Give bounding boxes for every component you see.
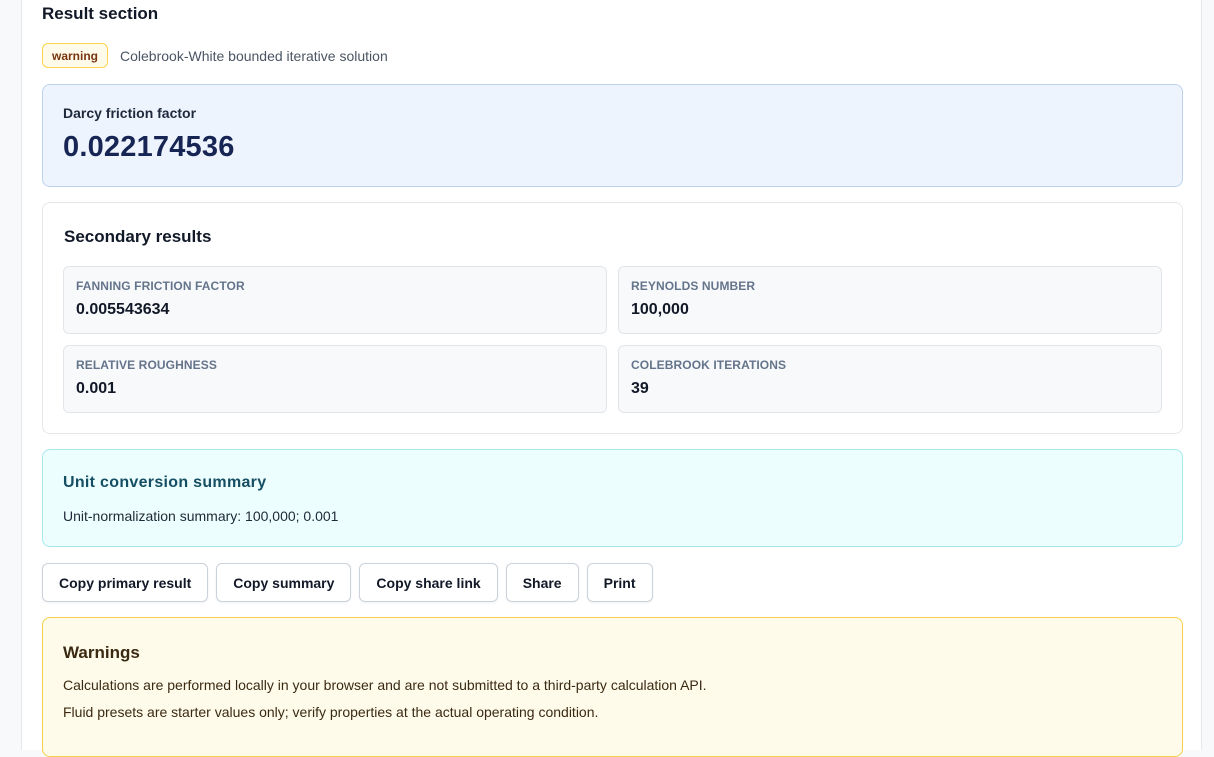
metric-label: RELATIVE ROUGHNESS <box>76 358 217 372</box>
metric-label: REYNOLDS NUMBER <box>631 279 756 293</box>
metric-label: FANNING FRICTION FACTOR <box>76 279 245 293</box>
share-button[interactable]: Share <box>505 563 579 602</box>
section-title: Result section <box>42 4 159 23</box>
unit-conversion-card: Unit conversion summary Unit-normalizati… <box>42 449 1183 547</box>
warning-item: Fluid presets are starter values only; v… <box>63 704 599 720</box>
primary-result-card: Darcy friction factor 0.022174536 <box>42 84 1183 187</box>
result-panel: Result section warning Colebrook-White b… <box>21 0 1202 757</box>
warnings-title: Warnings <box>63 643 140 662</box>
metric-value: 0.005543634 <box>76 301 170 318</box>
primary-result-label: Darcy friction factor <box>63 105 197 121</box>
copy-share-link-button[interactable]: Copy share link <box>359 563 498 602</box>
metric-label: COLEBROOK ITERATIONS <box>631 358 787 372</box>
copy-summary-button[interactable]: Copy summary <box>216 563 352 602</box>
metric-fanning-friction-factor: FANNING FRICTION FACTOR 0.005543634 <box>63 266 607 334</box>
print-button[interactable]: Print <box>586 563 653 602</box>
secondary-results-title: Secondary results <box>64 227 212 246</box>
warning-item: Calculations are performed locally in yo… <box>63 677 707 693</box>
action-bar: Copy primary result Copy summary Copy sh… <box>42 563 661 602</box>
metric-reynolds-number: REYNOLDS NUMBER 100,000 <box>618 266 1162 334</box>
metric-value: 100,000 <box>631 301 689 318</box>
metric-value: 39 <box>631 380 649 397</box>
unit-conversion-title: Unit conversion summary <box>63 474 267 491</box>
status-row: warning Colebrook-White bounded iterativ… <box>42 43 388 68</box>
secondary-results-card: Secondary results FANNING FRICTION FACTO… <box>42 202 1183 434</box>
metric-value: 0.001 <box>76 380 117 397</box>
copy-primary-result-button[interactable]: Copy primary result <box>42 563 209 602</box>
primary-result-value: 0.022174536 <box>63 131 235 163</box>
method-description: Colebrook-White bounded iterative soluti… <box>120 47 388 64</box>
unit-conversion-text: Unit-normalization summary: 100,000; 0.0… <box>63 508 339 524</box>
metric-colebrook-iterations: COLEBROOK ITERATIONS 39 <box>618 345 1162 413</box>
status-badge: warning <box>42 43 109 68</box>
warnings-card: Warnings Calculations are performed loca… <box>42 617 1183 757</box>
metric-relative-roughness: RELATIVE ROUGHNESS 0.001 <box>63 345 607 413</box>
